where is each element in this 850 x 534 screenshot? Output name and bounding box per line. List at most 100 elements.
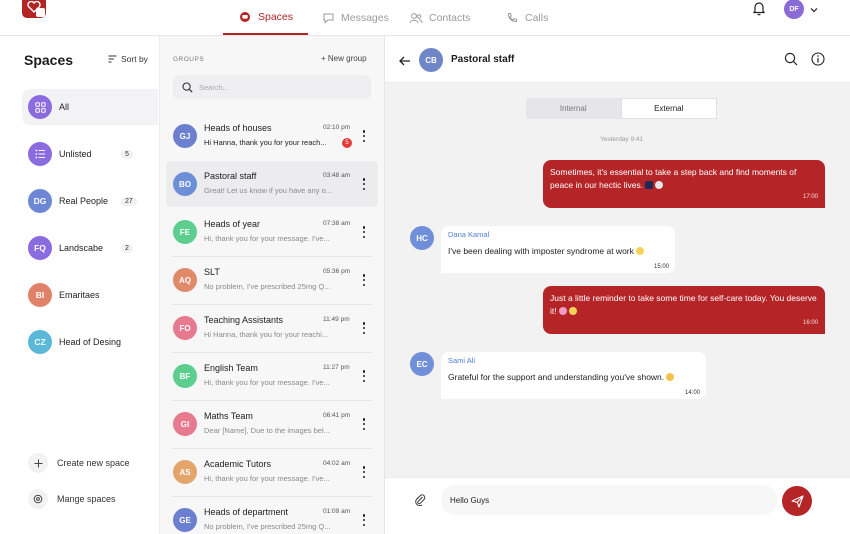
group-row[interactable]: FE Heads of year 07:38 am Hi, thank you … [166, 209, 378, 255]
group-row[interactable]: AQ SLT 05:36 pm No problem, I've prescri… [166, 257, 378, 303]
space-item-real-people[interactable]: DG Real People 27 [22, 183, 158, 219]
space-item-head-of-desing[interactable]: CZ Head of Desing [22, 324, 158, 360]
nav-contacts[interactable]: Contacts [409, 0, 470, 35]
emoji-icon [666, 373, 675, 381]
nav-calls[interactable]: Calls [505, 0, 548, 35]
smile-emoji-icon [568, 307, 577, 315]
grid-icon [28, 95, 52, 119]
group-name: Heads of year [204, 219, 261, 229]
space-label: Real People [59, 196, 109, 206]
contacts-icon [409, 11, 423, 25]
message-time: 16:00 [802, 320, 818, 326]
group-preview: Hi, thank you for your message. I've... [204, 474, 330, 483]
message-incoming: Sami Ali Grateful for the support and un… [441, 352, 706, 399]
group-row[interactable]: BO Pastoral staff 03:48 am Great! Let us… [166, 161, 378, 207]
more-vertical-icon[interactable] [361, 224, 367, 240]
group-avatar: GI [173, 412, 197, 436]
group-row[interactable]: BF English Team 11:27 pm Hi, thank you f… [166, 353, 378, 399]
group-preview: Hi Hanna, thank you for your reachi... [204, 330, 329, 339]
more-vertical-icon[interactable] [361, 368, 367, 384]
logo-badge-icon [36, 8, 45, 17]
space-label: Head of Desing [59, 337, 122, 347]
nav-label: Spaces [257, 10, 294, 23]
more-vertical-icon[interactable] [361, 128, 367, 144]
more-vertical-icon[interactable] [361, 320, 367, 336]
space-avatar: DG [28, 189, 52, 213]
message-sender: Dana Kamal [448, 230, 490, 239]
space-item-unlisted[interactable]: Unlisted 5 [22, 136, 158, 172]
group-row[interactable]: AS Academic Tutors 04:02 am Hi, thank yo… [166, 449, 378, 495]
group-avatar: BF [173, 364, 197, 388]
messages-icon [321, 11, 335, 25]
nav-messages[interactable]: Messages [321, 0, 389, 35]
message-time: 17:00 [802, 194, 818, 200]
tab-external[interactable]: External [620, 98, 717, 119]
bell-icon[interactable] [751, 0, 767, 16]
space-count-badge: 2 [121, 243, 133, 253]
paperclip-icon[interactable] [414, 493, 426, 511]
space-avatar: BI [28, 283, 52, 307]
send-button[interactable] [782, 486, 812, 516]
group-time: 03:48 am [323, 172, 351, 179]
space-item-emaritaes[interactable]: BI Emaritaes [22, 277, 158, 313]
sort-icon [108, 55, 117, 63]
more-vertical-icon[interactable] [361, 176, 367, 192]
speech-emoji-icon [655, 181, 664, 189]
sort-by-button[interactable]: Sort by [108, 54, 148, 64]
more-vertical-icon[interactable] [361, 464, 367, 480]
group-avatar: FE [173, 220, 197, 244]
manage-spaces-button[interactable]: Mange spaces [28, 489, 116, 509]
chat-scope-toggle: Internal External [526, 98, 717, 119]
sender-avatar: HC [410, 226, 434, 250]
spaces-panel: Spaces Sort by All Unlisted 5 DG Real Pe… [0, 36, 160, 534]
plus-icon [28, 453, 48, 473]
chat-title: Pastoral staff [451, 54, 515, 65]
space-avatar: FQ [28, 236, 52, 260]
groups-panel: GROUPS + New group GJ Heads of houses 02… [160, 36, 385, 534]
group-time: 11:27 pm [323, 364, 350, 371]
group-avatar: GJ [173, 124, 197, 148]
group-row[interactable]: GE Heads of department 01:09 am No probl… [166, 497, 378, 534]
group-row[interactable]: GI Maths Team 06:41 pm Dear [Name], Due … [166, 401, 378, 447]
group-row[interactable]: FO Teaching Assistants 11:49 pm Hi Hanna… [166, 305, 378, 351]
group-search [173, 75, 371, 99]
nav-spaces[interactable]: Spaces [223, 0, 308, 35]
message-time: 15:00 [653, 264, 669, 270]
message-composer [385, 477, 850, 534]
user-avatar[interactable]: DF [784, 0, 804, 19]
info-icon[interactable] [811, 52, 825, 71]
new-group-button[interactable]: + New group [321, 54, 367, 63]
group-preview: No problem, I've prescribed 25mg Q... [204, 522, 331, 531]
chevron-down-icon[interactable] [809, 2, 819, 13]
app-logo[interactable] [22, 0, 46, 18]
space-item-landscabe[interactable]: FQ Landscabe 2 [22, 230, 158, 266]
more-vertical-icon[interactable] [361, 272, 367, 288]
back-arrow-icon[interactable] [399, 53, 411, 71]
list-icon [28, 142, 52, 166]
message-text: Just a little reminder to take some time… [550, 293, 817, 316]
group-preview: Hi, thank you for your message. I've... [204, 378, 330, 387]
chat-avatar: CB [419, 48, 443, 72]
message-time: 14:00 [684, 390, 700, 396]
group-preview: Dear [Name], Due to the images bel... [204, 426, 330, 435]
group-name: English Team [204, 363, 258, 373]
group-name: Heads of houses [204, 123, 272, 133]
group-preview: Hi Hanna, thank you for your reach... [204, 138, 327, 147]
group-avatar: GE [173, 508, 197, 532]
space-avatar: CZ [28, 330, 52, 354]
space-label: Landscabe [59, 243, 104, 253]
group-row[interactable]: GJ Heads of houses 02:10 pm Hi Hanna, th… [166, 113, 378, 159]
message-input[interactable] [450, 495, 750, 505]
tab-internal[interactable]: Internal [526, 98, 621, 119]
more-vertical-icon[interactable] [361, 416, 367, 432]
group-time: 05:36 pm [323, 268, 351, 275]
group-time: 11:49 pm [323, 316, 350, 323]
space-item-all[interactable]: All [22, 89, 158, 125]
nav-label: Contacts [429, 11, 471, 24]
more-vertical-icon[interactable] [361, 512, 367, 528]
space-count-badge: 5 [121, 149, 133, 159]
create-space-button[interactable]: Create new space [28, 453, 130, 473]
search-input[interactable] [199, 82, 359, 92]
search-icon[interactable] [784, 52, 798, 71]
message-input-box [441, 485, 777, 515]
